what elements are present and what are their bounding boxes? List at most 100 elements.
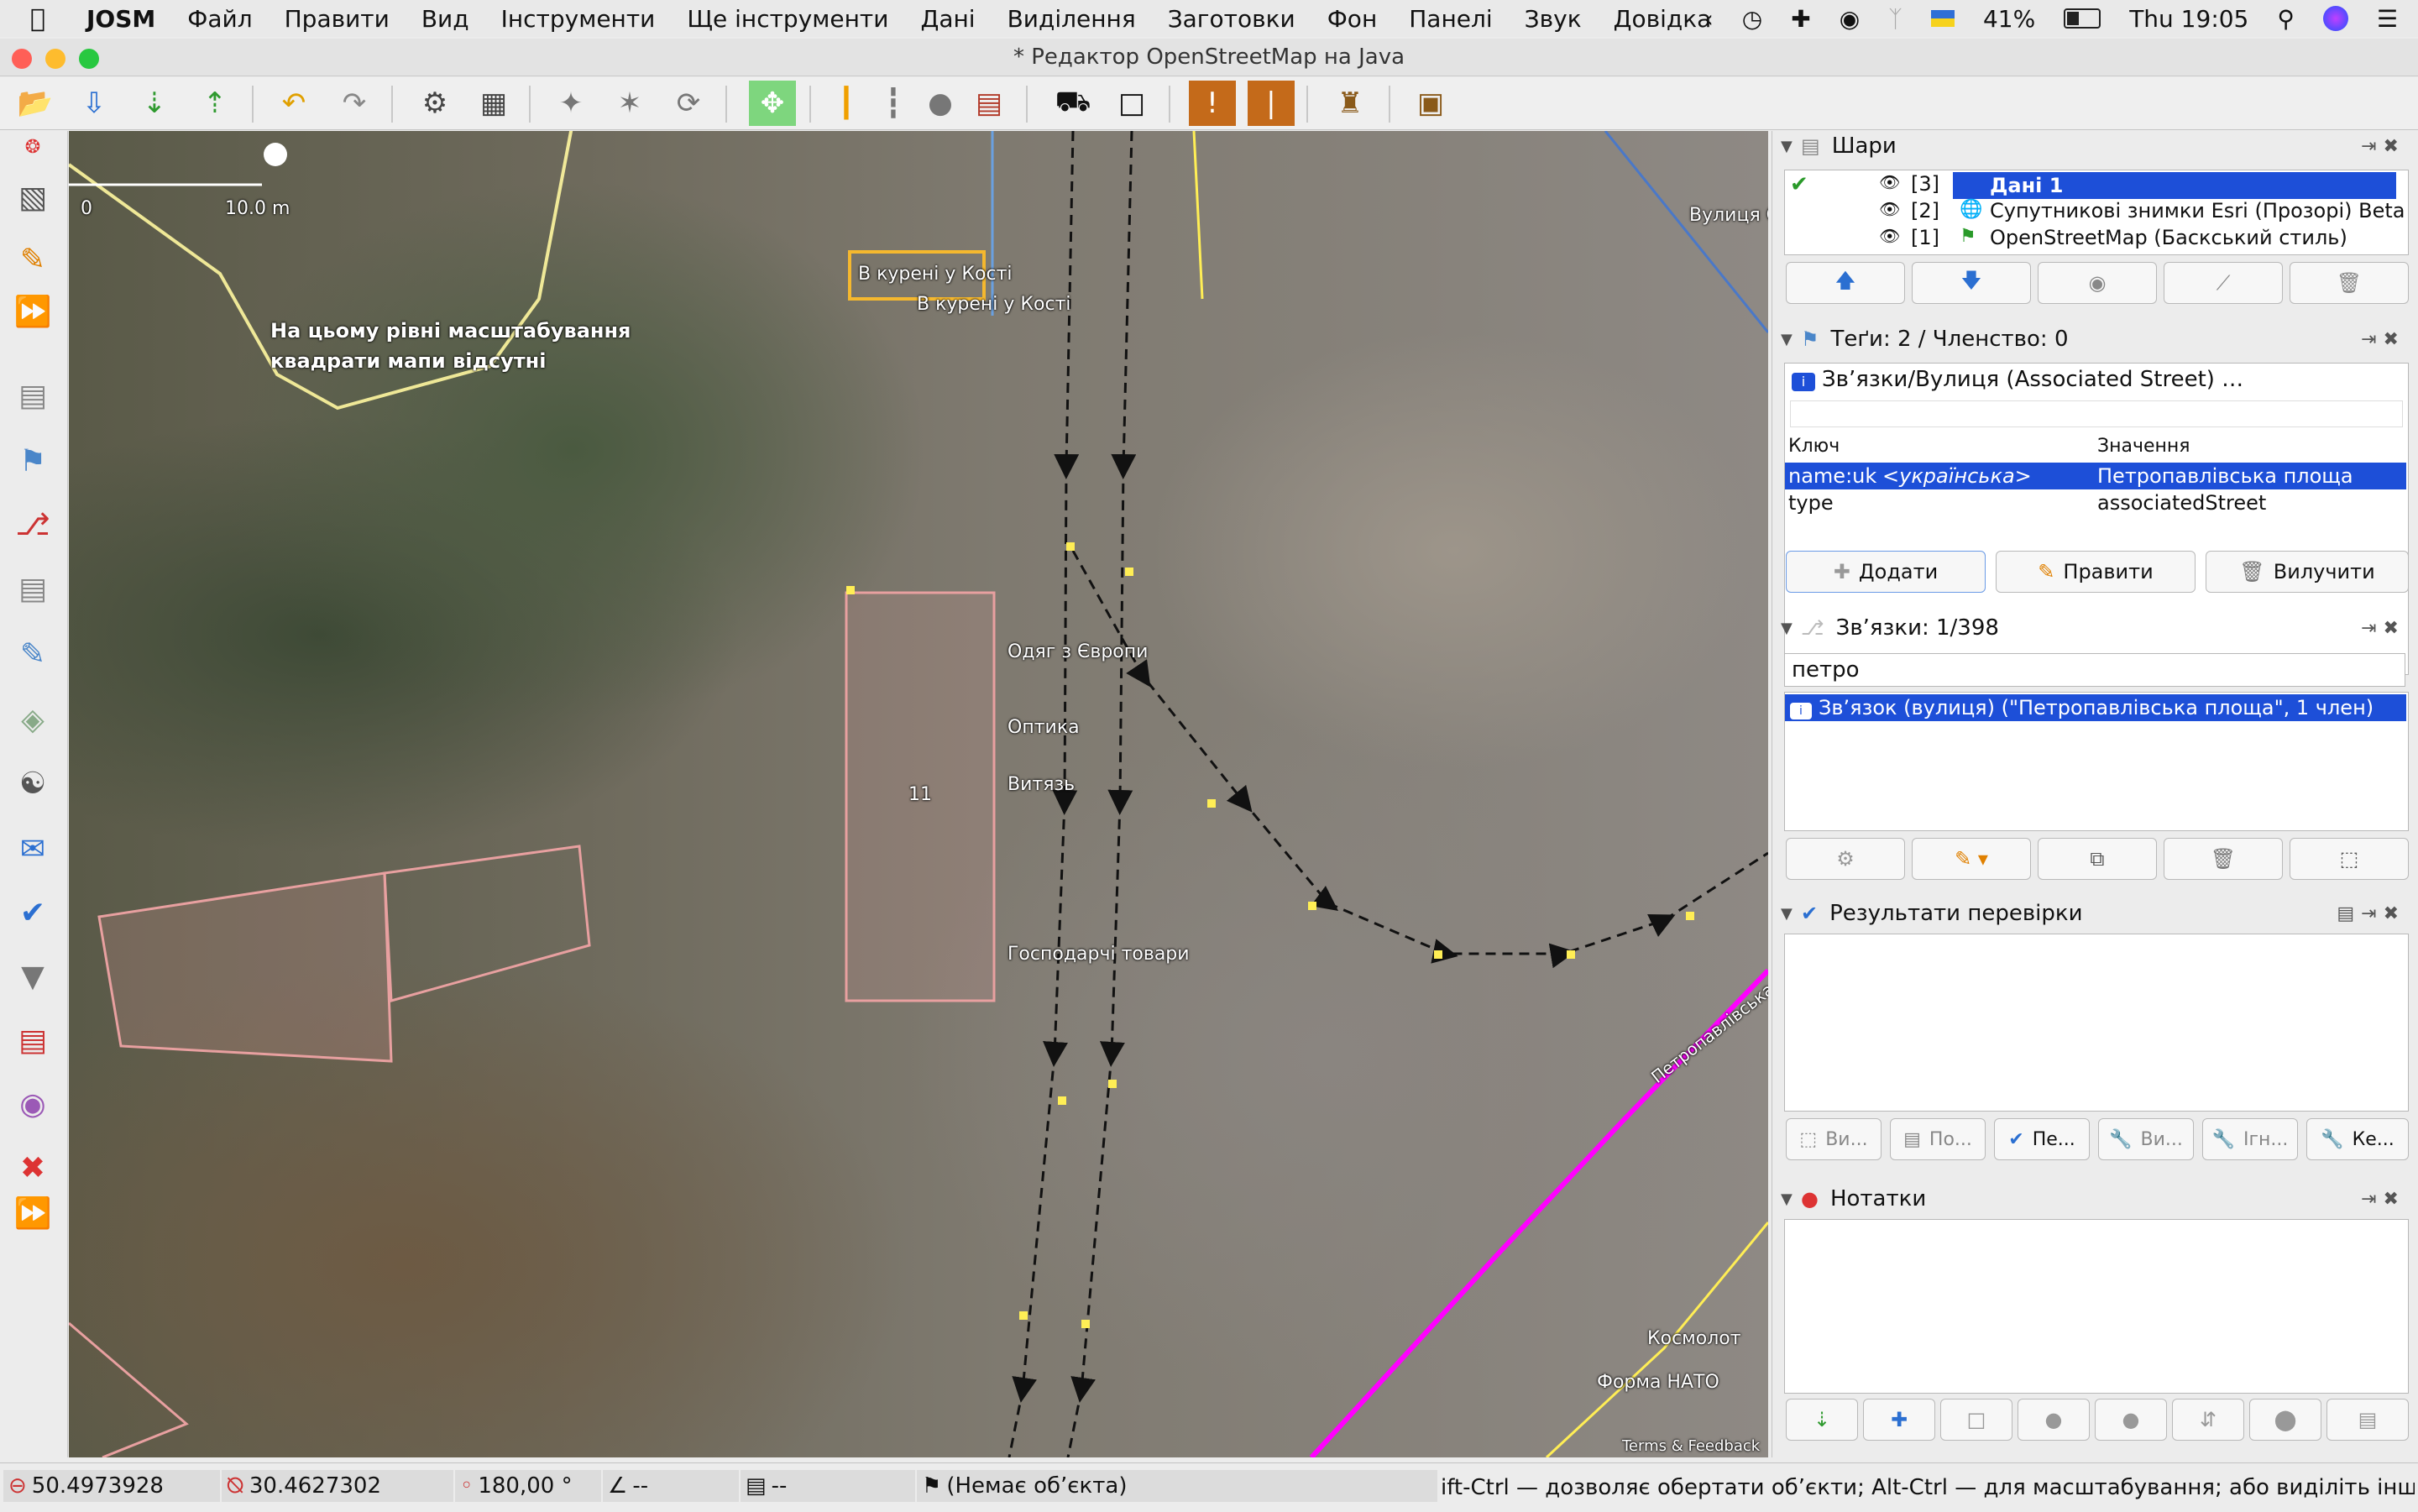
split-way-icon[interactable]: ✶ bbox=[606, 81, 653, 126]
upload-icon[interactable]: ⇡ bbox=[191, 81, 238, 126]
relation-settings-button[interactable]: ⚙ bbox=[1786, 838, 1905, 880]
menu-help[interactable]: Довідка bbox=[1614, 5, 1712, 33]
select-members-button[interactable]: ⬚ bbox=[2290, 838, 2409, 880]
relations-panel-header[interactable]: ▼ ⎇ Зв’язки: 1/398 ⇥✖ bbox=[1781, 613, 2410, 643]
validation-ignore-button[interactable]: 🔧 Ігн... bbox=[2202, 1118, 2298, 1160]
move-down-button[interactable]: 🡇 bbox=[1912, 262, 2031, 304]
edit-tag-button[interactable]: ✎ Правити bbox=[1996, 551, 2196, 593]
tag-key[interactable]: name:uk bbox=[1788, 463, 1876, 489]
redo-icon[interactable]: ↷ bbox=[331, 81, 378, 126]
history-icon[interactable]: ☯ bbox=[8, 759, 57, 808]
preferences-icon[interactable]: ⚙ bbox=[411, 81, 458, 126]
attribution[interactable]: Terms & Feedback bbox=[1622, 1437, 1760, 1455]
preset-wall-icon[interactable]: ▤ bbox=[966, 81, 1013, 126]
collapse-icon[interactable]: ▼ bbox=[1781, 620, 1801, 637]
tag-search-field[interactable] bbox=[1790, 400, 2403, 427]
collapse-icon[interactable]: ▼ bbox=[1781, 138, 1801, 155]
layer-name-selected[interactable]: Дані 1 bbox=[1953, 172, 2396, 199]
command-stack-icon[interactable]: ✎ bbox=[8, 630, 57, 678]
label-kosmolot[interactable]: Космолот bbox=[1647, 1328, 1741, 1349]
map-view[interactable]: 0 10.0 m На цьому рівні масштабування кв… bbox=[69, 131, 1768, 1457]
panel-controls[interactable]: ▤⇥✖ bbox=[2337, 903, 2405, 924]
lasso-icon[interactable]: ▧ bbox=[8, 173, 57, 222]
validation-select-button[interactable]: ⬚ Ви... bbox=[1786, 1118, 1882, 1160]
layer-info-icon[interactable]: ▦ bbox=[470, 81, 517, 126]
more-tools-icon[interactable]: ⏩ bbox=[8, 287, 57, 336]
tag-row[interactable]: name:uk <українська> Петропавлівська пло… bbox=[1785, 463, 2406, 489]
preset-car-icon[interactable]: ⛟ bbox=[1049, 81, 1096, 126]
clock[interactable]: Thu 19:05 bbox=[2129, 5, 2248, 33]
validation-lookup-button[interactable]: ▤ По... bbox=[1890, 1118, 1986, 1160]
more-panels-icon[interactable]: ⏩ bbox=[8, 1189, 57, 1237]
preset-emergency-icon[interactable]: ! bbox=[1189, 81, 1236, 126]
layer-row[interactable]: 👁 [2] 🌐 Супутникові знимки Esri (Прозорі… bbox=[1785, 199, 2408, 226]
bluetooth-icon[interactable]: ᛉ bbox=[1888, 5, 1902, 33]
selection-list-icon[interactable]: ▤ bbox=[8, 564, 57, 613]
menu-tools[interactable]: Інструменти bbox=[501, 5, 656, 33]
new-note-button[interactable]: ✚ bbox=[1863, 1399, 1935, 1441]
app-menu[interactable]: JOSM bbox=[86, 5, 155, 33]
map-paint-styles-icon[interactable]: ◉ bbox=[8, 1080, 57, 1128]
relation-item[interactable]: i Зв’язок (вулиця) ("Петропавлівська площ… bbox=[1785, 694, 2406, 721]
panel-controls[interactable]: ⇥✖ bbox=[2361, 618, 2405, 639]
select-mode-icon[interactable]: ❂ bbox=[8, 123, 57, 171]
layer-row[interactable]: 👁 [1] ⚑ OpenStreetMap (Баскський стиль) bbox=[1785, 226, 2408, 253]
menu-view[interactable]: Вид bbox=[421, 5, 469, 33]
label-hospodarchi[interactable]: Господарчі товари bbox=[1008, 944, 1190, 965]
reopen-note-button[interactable]: ● bbox=[2095, 1399, 2167, 1441]
tag-key[interactable]: type bbox=[1788, 489, 1834, 516]
close-note-button[interactable]: ● bbox=[2018, 1399, 2090, 1441]
layers-panel-header[interactable]: ▼ ▤ Шари ⇥✖ bbox=[1781, 131, 2410, 161]
download-notes-button[interactable]: ⇣ bbox=[1786, 1399, 1858, 1441]
label-forma-nato[interactable]: Форма НАТО bbox=[1597, 1372, 1719, 1393]
validator-toggle-icon[interactable]: ✔ bbox=[8, 888, 57, 937]
eye-icon[interactable]: 👁 bbox=[1879, 172, 1900, 192]
simplify-way-icon[interactable]: ✦ bbox=[547, 81, 594, 126]
delete-layer-button[interactable]: 🗑 bbox=[2290, 262, 2409, 304]
collapse-icon[interactable]: ▼ bbox=[1781, 331, 1801, 348]
tag-row[interactable]: type associatedStreet bbox=[1785, 489, 2406, 516]
zoom-window-button[interactable] bbox=[79, 49, 99, 69]
collapse-icon[interactable]: ▼ bbox=[1781, 905, 1801, 923]
apple-icon[interactable]:  bbox=[30, 4, 45, 34]
tag-value[interactable]: Петропавлівська площа bbox=[2097, 463, 2353, 489]
tags-toggle-icon[interactable]: ⚑ bbox=[8, 437, 57, 485]
preset-food-icon[interactable]: ❘ bbox=[1248, 81, 1295, 126]
preset-track-icon[interactable]: ┇ bbox=[870, 81, 917, 126]
edit-relation-button[interactable]: ✎ ▾ bbox=[1912, 838, 2031, 880]
flag-icon[interactable] bbox=[1930, 10, 1955, 27]
layers-toggle-icon[interactable]: ▤ bbox=[8, 371, 57, 420]
open-file-icon[interactable]: 📂 bbox=[12, 81, 59, 126]
plus-status-icon[interactable]: ✚ bbox=[1791, 5, 1810, 33]
menu-imagery[interactable]: Фон bbox=[1327, 5, 1378, 33]
chevron-left-icon[interactable]: ‹ bbox=[1704, 5, 1714, 33]
menu-presets[interactable]: Заготовки bbox=[1168, 5, 1295, 33]
menu-windows[interactable]: Панелі bbox=[1409, 5, 1492, 33]
preset-barrier-icon[interactable]: ● bbox=[917, 81, 964, 126]
relation-filter-input[interactable]: петро bbox=[1784, 653, 2405, 687]
validation-configure-button[interactable]: 🔧 Ке... bbox=[2306, 1118, 2409, 1160]
label-vulytsia[interactable]: Вулиця С bbox=[1689, 205, 1768, 226]
sort-notes-button[interactable]: ⇵ bbox=[2172, 1399, 2244, 1441]
layer-row[interactable]: ✔ 👁 [3] Дані 1 bbox=[1785, 172, 2408, 199]
collapse-icon[interactable]: ▼ bbox=[1781, 1190, 1801, 1208]
undo-icon[interactable]: ↶ bbox=[270, 81, 317, 126]
menu-selection[interactable]: Виділення bbox=[1008, 5, 1136, 33]
panel-controls[interactable]: ⇥✖ bbox=[2361, 1189, 2405, 1210]
control-center-icon[interactable]: ☰ bbox=[2377, 5, 2398, 33]
close-window-button[interactable] bbox=[12, 49, 32, 69]
search-icon[interactable]: ⚲ bbox=[2277, 5, 2295, 33]
upload-notes-button[interactable]: ▤ bbox=[2326, 1399, 2409, 1441]
comment-note-button[interactable]: □ bbox=[1940, 1399, 2012, 1441]
menu-edit[interactable]: Правити bbox=[285, 5, 390, 33]
delete-tag-button[interactable]: 🗑 Вилучити bbox=[2206, 551, 2409, 593]
open-location-icon[interactable]: ⇩ bbox=[71, 81, 118, 126]
authors-icon[interactable]: ◈ bbox=[8, 695, 57, 744]
messages-icon[interactable]: ✉ bbox=[8, 824, 57, 873]
preset-road-icon[interactable]: ┃ bbox=[823, 81, 870, 126]
validation-check-button[interactable]: ✔ Пе... bbox=[1994, 1118, 2090, 1160]
menu-more-tools[interactable]: Ще інструменти bbox=[687, 5, 888, 33]
move-up-button[interactable]: 🡅 bbox=[1786, 262, 1905, 304]
opacity-button[interactable]: ⟋ bbox=[2164, 262, 2283, 304]
panel-controls[interactable]: ⇥✖ bbox=[2361, 329, 2405, 350]
